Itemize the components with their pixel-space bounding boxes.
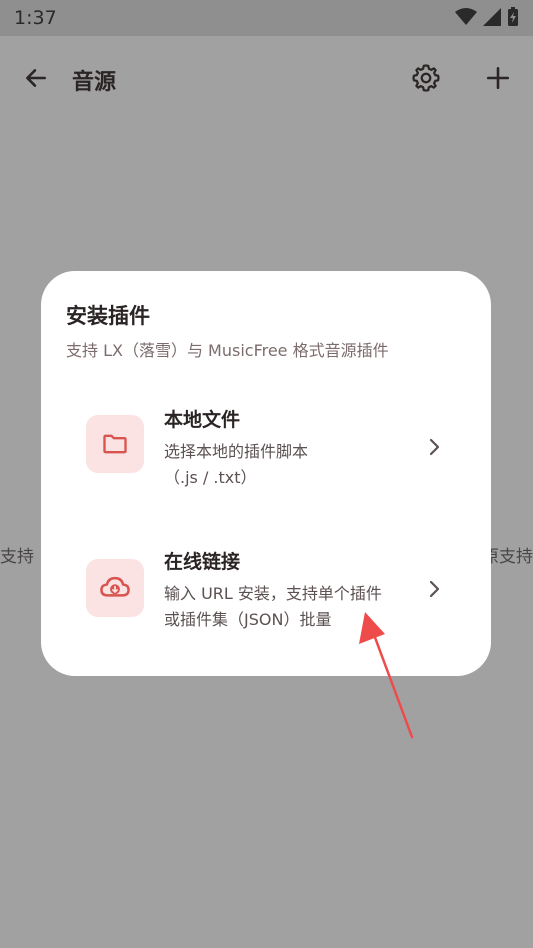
option-description: 选择本地的插件脚本 （.js / .txt） xyxy=(164,439,424,491)
option-online-link[interactable]: 在线链接 输入 URL 安装，支持单个插件 或插件集（JSON）批量 xyxy=(68,533,464,643)
status-icons xyxy=(455,7,519,27)
page-title: 音源 xyxy=(72,70,117,95)
dialog-title: 安装插件 xyxy=(66,304,150,328)
chevron-right-icon xyxy=(424,577,444,601)
plus-icon xyxy=(486,66,510,90)
option-description: 输入 URL 安装，支持单个插件 或插件集（JSON）批量 xyxy=(164,581,424,633)
option-description-line: 或插件集（JSON）批量 xyxy=(164,610,332,629)
option-description-line: 选择本地的插件脚本 xyxy=(164,442,309,461)
cloud-download-icon xyxy=(100,576,130,597)
install-plugin-dialog: 安装插件 支持 LX（落雪）与 MusicFree 格式音源插件 本地文件 选择… xyxy=(41,271,491,676)
chevron-right-icon xyxy=(424,435,444,459)
gear-icon xyxy=(412,64,440,92)
arrow-left-icon xyxy=(26,69,46,87)
status-time: 1:37 xyxy=(14,7,57,29)
option-local-file[interactable]: 本地文件 选择本地的插件脚本 （.js / .txt） xyxy=(68,391,464,501)
status-bar: 1:37 xyxy=(0,0,533,36)
back-button[interactable] xyxy=(18,60,54,96)
settings-button[interactable] xyxy=(406,58,446,98)
dialog-subtitle: 支持 LX（落雪）与 MusicFree 格式音源插件 xyxy=(66,341,389,360)
folder-icon xyxy=(103,434,127,454)
app-bar: 音源 xyxy=(0,36,533,120)
wifi-icon xyxy=(455,8,477,25)
option-title: 在线链接 xyxy=(164,551,241,573)
background-text-left: 支持 xyxy=(0,547,34,567)
add-button[interactable] xyxy=(478,58,518,98)
battery-charging-icon xyxy=(508,7,518,26)
signal-icon xyxy=(483,8,501,26)
option-description-line: （.js / .txt） xyxy=(164,468,257,487)
option-title: 本地文件 xyxy=(164,409,241,431)
option-icon-box xyxy=(86,559,144,617)
option-description-line: 输入 URL 安装，支持单个插件 xyxy=(164,584,382,603)
option-icon-box xyxy=(86,415,144,473)
